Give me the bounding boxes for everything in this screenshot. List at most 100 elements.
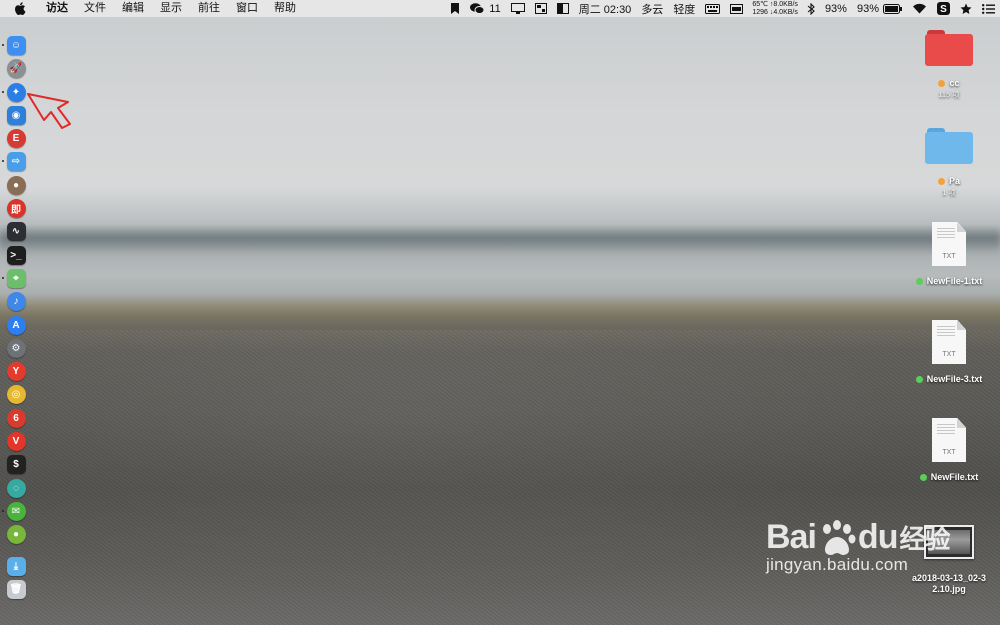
item-name: cc — [949, 78, 960, 88]
dock-system-preferences-icon[interactable]: ⚙ — [6, 338, 26, 358]
dock-app-store-icon[interactable]: A — [6, 315, 26, 335]
display-icon[interactable] — [506, 0, 530, 17]
dock-maps-icon[interactable]: ⌖ — [1, 268, 26, 288]
clock-datetime[interactable]: 周二 02:30 — [574, 0, 637, 17]
dock-app-red-1-icon[interactable]: E — [6, 129, 26, 149]
folder-body — [925, 34, 973, 66]
memory-icon[interactable] — [725, 0, 748, 17]
dock-wechat-icon[interactable]: ✉ — [1, 501, 26, 521]
dock-terminal-2-icon[interactable]: $ — [6, 455, 26, 475]
menu-file[interactable]: 文件 — [76, 0, 114, 17]
svg-text:S: S — [940, 4, 947, 15]
desktop-file-newfile-3[interactable]: TXT NewFile-3.txt — [894, 320, 1000, 384]
system-stats[interactable]: 65℃ ↑8.0KB/s 1296 ↓4.0KB/s — [748, 1, 802, 16]
watermark-brand: Bai du 经验 — [766, 518, 950, 557]
app-s-icon[interactable]: S — [932, 0, 955, 17]
file-corner-fold — [957, 222, 966, 232]
star-icon[interactable] — [955, 0, 977, 17]
file-lines — [937, 326, 955, 338]
dock-android-app-icon[interactable]: ● — [6, 525, 26, 545]
dock-glyph: ◉ — [11, 109, 21, 121]
item-name-line2: 2.10.jpg — [932, 584, 966, 594]
dock-vivaldi-icon[interactable]: V — [6, 432, 26, 452]
running-indicator — [1, 509, 4, 512]
tag-dot-icon — [937, 177, 945, 185]
menu-help[interactable]: 帮助 — [266, 0, 304, 17]
dock-glyph: ☺ — [10, 40, 22, 51]
desktop-file-newfile[interactable]: TXT NewFile.txt — [894, 418, 1000, 482]
tag-dot-icon — [919, 473, 927, 481]
dock-photo-app-icon[interactable]: ● — [6, 175, 26, 195]
dock-app-teal-icon[interactable]: ◌ — [6, 478, 26, 498]
desktop[interactable]: 访达 文件 编辑 显示 前往 窗口 帮助 11 周二 02:30 多云 轻度 6… — [0, 0, 1000, 625]
dock-downloads-icon[interactable]: ⤓ — [6, 556, 26, 576]
file-ext: TXT — [942, 351, 956, 358]
file-corner-fold — [957, 418, 966, 428]
dock-glyph: ♪ — [13, 296, 19, 308]
dock-glyph: ⌖ — [13, 272, 19, 284]
dock-netease-music-icon[interactable]: 6 — [6, 408, 26, 428]
dock-glyph: 🗑 — [9, 583, 23, 595]
desktop-folder-cc[interactable]: cc 115 项 — [894, 30, 1000, 100]
menu-go[interactable]: 前往 — [190, 0, 228, 17]
dock-activity-monitor-icon[interactable]: ∿ — [6, 222, 26, 242]
wechat-count: 11 — [489, 2, 501, 15]
brand-text-1: Bai — [766, 518, 817, 556]
window-layout-icon[interactable] — [530, 0, 552, 17]
dock-glyph: Y — [12, 366, 20, 378]
notification-center-icon[interactable] — [977, 0, 1000, 17]
desktop-folder-pa[interactable]: Pa 1 项 — [894, 128, 1000, 198]
dock-glyph: 即 — [11, 205, 21, 217]
dock-glyph: ● — [12, 529, 20, 541]
dock-trash-icon[interactable]: 🗑 — [6, 579, 26, 599]
dock-glyph: E — [12, 133, 20, 145]
air-quality-status[interactable]: 轻度 — [668, 0, 700, 17]
file-lines — [937, 228, 955, 240]
dock-glyph: ✦ — [11, 86, 21, 98]
item-name: NewFile-3.txt — [926, 374, 983, 384]
dock-yandex-icon[interactable]: Y — [6, 362, 26, 382]
dock-glyph: ◎ — [11, 389, 21, 401]
file-lines — [937, 424, 955, 436]
desktop-item-label: NewFile-1.txt — [915, 276, 982, 286]
menu-window[interactable]: 窗口 — [228, 0, 266, 17]
wechat-icon — [470, 3, 485, 14]
menu-view[interactable]: 显示 — [152, 0, 190, 17]
menu-edit[interactable]: 编辑 — [114, 0, 152, 17]
brand-text-cn: 经验 — [899, 524, 950, 554]
item-name: NewFile.txt — [930, 472, 979, 482]
wechat-status[interactable]: 11 — [465, 0, 505, 17]
dock-glyph: 6 — [13, 412, 19, 424]
dock-finder-icon[interactable]: ☺ — [1, 36, 26, 55]
dock-migration-icon[interactable]: ⇨ — [1, 152, 26, 172]
weather-status[interactable]: 多云 — [636, 0, 668, 17]
dock-terminal-icon[interactable]: >_ — [6, 245, 26, 265]
menu-finder[interactable]: 访达 — [38, 0, 76, 17]
status-area: 11 周二 02:30 多云 轻度 65℃ ↑8.0KB/s 1296 ↓4.0… — [445, 0, 1000, 17]
desktop-file-newfile-1[interactable]: TXT NewFile-1.txt — [894, 222, 1000, 286]
cpu-temp: 65℃ — [752, 1, 768, 8]
dock-glyph: ∿ — [11, 226, 21, 238]
download-speed: ↓4.0KB/s — [769, 8, 798, 16]
keyboard-icon[interactable] — [700, 0, 725, 17]
running-indicator — [1, 44, 4, 46]
split-view-icon[interactable] — [552, 0, 574, 17]
file-ext: TXT — [942, 253, 956, 260]
dock-launchpad-icon[interactable]: 🚀 — [6, 59, 26, 79]
dock-app-red-2-icon[interactable]: 即 — [6, 199, 26, 219]
apple-icon[interactable] — [15, 2, 26, 15]
bluetooth-icon[interactable] — [802, 0, 820, 17]
dock-glyph: >_ — [10, 249, 22, 261]
tag-dot-icon — [915, 277, 923, 285]
battery-status[interactable]: 93% — [852, 0, 907, 17]
dock-safari-icon[interactable]: ✦ — [1, 82, 26, 102]
wifi-icon[interactable] — [907, 0, 932, 17]
txt-file-icon: TXT — [932, 222, 966, 266]
bookmark-icon[interactable] — [445, 0, 465, 17]
dock-chrome-icon[interactable]: ◎ — [6, 385, 26, 405]
battery-percent-1[interactable]: 93% — [820, 0, 852, 17]
dock-glyph: ✉ — [11, 505, 21, 517]
folder-icon — [925, 128, 973, 164]
dock-preview-icon[interactable]: ◉ — [6, 105, 26, 125]
dock-siri-icon[interactable]: ♪ — [6, 292, 26, 312]
